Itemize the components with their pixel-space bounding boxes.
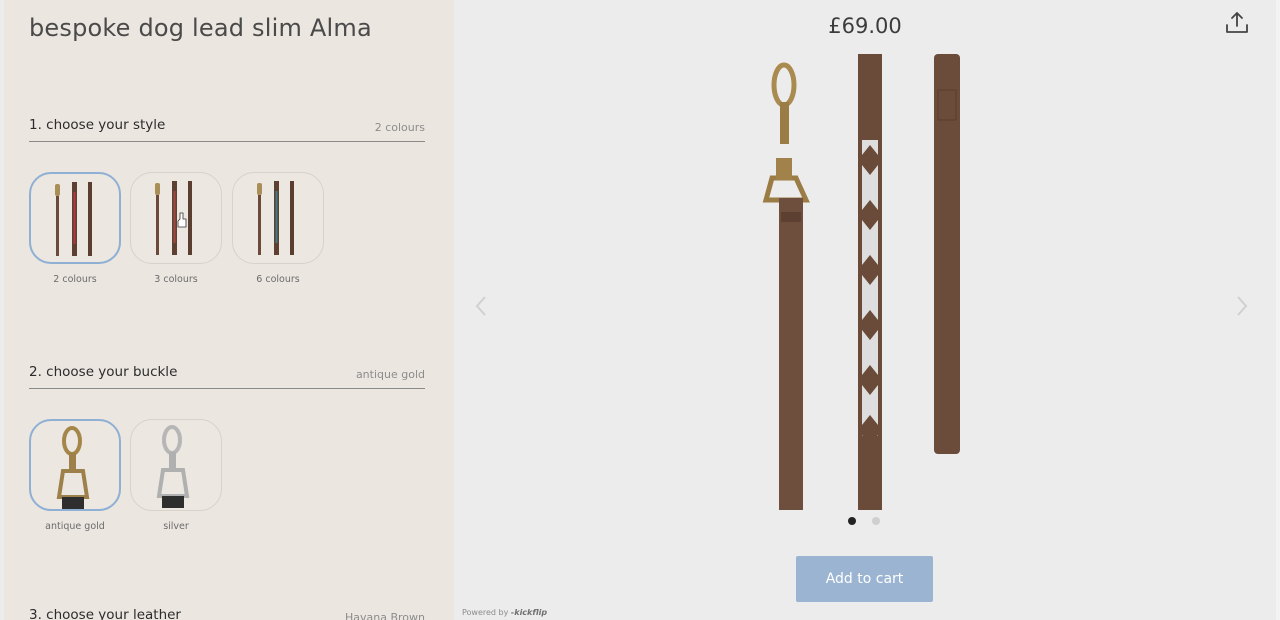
- right-edge: [1276, 0, 1280, 620]
- section-style-header: 1. choose your style 2 colours: [29, 116, 425, 142]
- style-option-label: 3 colours: [154, 274, 198, 285]
- section-style-value: 2 colours: [374, 121, 425, 134]
- powered-by: Powered by -kickflip: [462, 608, 547, 617]
- lead-3-colours-icon: [155, 181, 192, 255]
- style-option-label: 2 colours: [53, 274, 97, 285]
- section-buckle-header: 2. choose your buckle antique gold: [29, 363, 425, 389]
- section-leather-title: 3. choose your leather: [29, 607, 181, 620]
- section-leather-value: Havana Brown: [345, 611, 425, 620]
- snap-hook-icon: [762, 62, 810, 203]
- gold-buckle-icon: [56, 426, 90, 509]
- share-upload-icon[interactable]: [1224, 10, 1250, 36]
- section-buckle-value: antique gold: [355, 368, 425, 381]
- style-option-label: 6 colours: [256, 274, 300, 285]
- buckle-option-antique-gold[interactable]: [29, 419, 121, 511]
- lead-2-colours-icon: [55, 182, 92, 256]
- product-viewer: £69.00 Add to cart Powered by -kickflip: [454, 0, 1276, 620]
- add-to-cart-button[interactable]: Add to cart: [796, 556, 933, 602]
- lead-strap-left: [779, 198, 803, 510]
- powered-brand[interactable]: -kickflip: [511, 608, 547, 617]
- hand-cursor-icon: [177, 212, 187, 228]
- buckle-option-label: silver: [163, 521, 189, 532]
- style-option-2-colours[interactable]: [29, 172, 121, 264]
- dog-lead-product-image: [762, 54, 960, 510]
- chevron-left-icon[interactable]: [472, 294, 492, 318]
- carousel-dot-1[interactable]: [848, 517, 856, 525]
- lead-6-colours-icon: [257, 181, 294, 255]
- section-style-title: 1. choose your style: [29, 117, 166, 133]
- product-title: bespoke dog lead slim Alma: [29, 14, 372, 42]
- silver-buckle-icon: [156, 425, 190, 508]
- style-option-3-colours[interactable]: [130, 172, 222, 264]
- product-price: £69.00: [828, 14, 902, 38]
- buckle-option-label: antique gold: [45, 521, 105, 532]
- chevron-right-icon[interactable]: [1231, 294, 1251, 318]
- configurator-panel: bespoke dog lead slim Alma 1. choose you…: [4, 0, 454, 620]
- buckle-option-silver[interactable]: [130, 419, 222, 511]
- powered-prefix: Powered by: [462, 608, 509, 617]
- section-leather-header: 3. choose your leather Havana Brown: [29, 606, 425, 620]
- section-buckle-title: 2. choose your buckle: [29, 364, 178, 380]
- carousel-dot-2[interactable]: [872, 517, 880, 525]
- style-option-6-colours[interactable]: [232, 172, 324, 264]
